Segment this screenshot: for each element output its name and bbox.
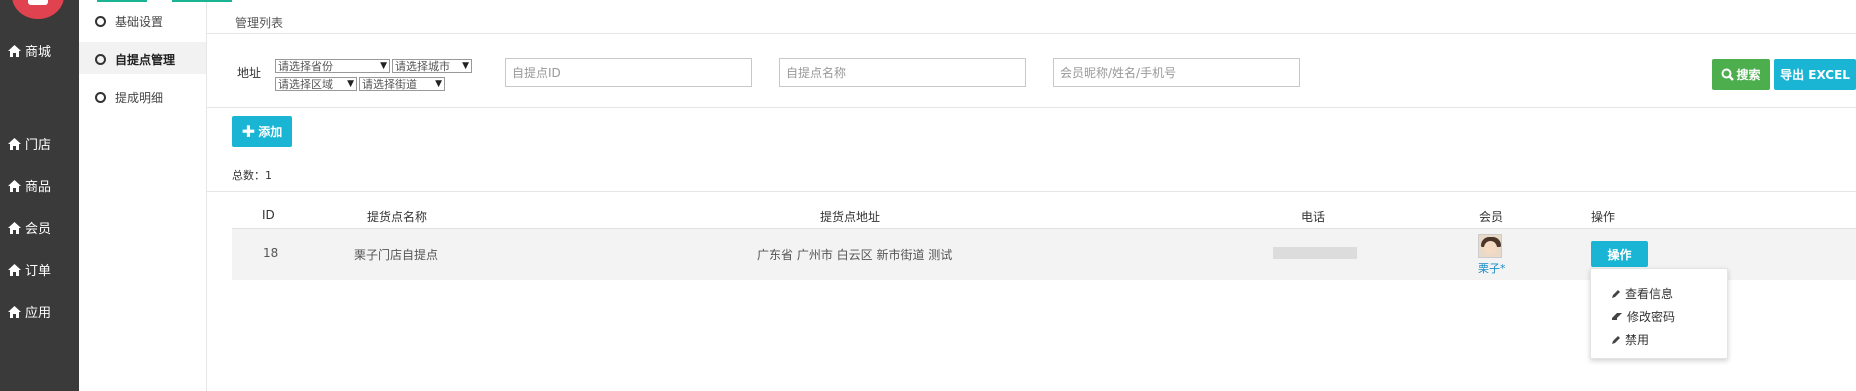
export-excel-button[interactable]: 导出 EXCEL [1774, 59, 1856, 90]
menu-item-label: 修改密码 [1627, 310, 1676, 324]
divider [207, 191, 1856, 192]
menu-item-view-info[interactable]: 查看信息 [1611, 285, 1673, 302]
city-select[interactable]: 请选择城市 ▼ [392, 59, 472, 73]
district-select[interactable]: 请选择区域 ▼ [275, 77, 357, 91]
nav-item-label: 会员 [25, 222, 52, 237]
caret-down-icon: ▼ [347, 79, 354, 89]
home-icon [8, 305, 21, 318]
district-select-value: 请选择区域 [278, 78, 333, 91]
row-address: 广东省 广州市 白云区 新市街道 测试 [757, 248, 953, 262]
pickup-name-input[interactable] [779, 58, 1026, 87]
caret-down-icon: ▼ [462, 61, 469, 71]
home-icon [8, 221, 21, 234]
page-title: 管理列表 [235, 16, 284, 30]
column-header-id: ID [262, 208, 275, 222]
menu-item-label: 禁用 [1625, 333, 1650, 347]
province-select[interactable]: 请选择省份 ▼ [275, 59, 390, 73]
nav-item-store[interactable]: 门店 [8, 134, 51, 153]
city-select-value: 请选择城市 [395, 60, 450, 73]
nav-item-app[interactable]: 应用 [8, 302, 51, 321]
sub-menu: 基础设置 自提点管理 提成明细 [79, 0, 207, 391]
nav-item-mall[interactable]: 商城 [8, 41, 51, 60]
member-search-input[interactable] [1053, 58, 1300, 87]
operation-dropdown-menu: 查看信息 修改密码 禁用 [1590, 268, 1728, 359]
search-button[interactable]: 搜索 [1712, 59, 1770, 90]
home-icon [8, 44, 21, 57]
row-id: 18 [263, 246, 279, 260]
total-count: 总数：1 [232, 167, 272, 183]
total-label: 总数： [232, 169, 265, 182]
pencil-icon [1612, 335, 1620, 344]
nav-item-label: 应用 [25, 306, 52, 321]
home-icon [8, 263, 21, 276]
tab-accent-line [172, 0, 232, 2]
circle-icon [95, 54, 106, 65]
search-button-label: 搜索 [1736, 68, 1761, 82]
pencil-icon [1612, 289, 1620, 298]
submenu-item-pickup-management[interactable]: 自提点管理 [95, 51, 175, 68]
divider [207, 107, 1856, 108]
nav-item-order[interactable]: 订单 [8, 260, 51, 279]
nav-item-member[interactable]: 会员 [8, 218, 51, 237]
avatar [1478, 234, 1502, 258]
submenu-item-label: 基础设置 [115, 15, 164, 29]
circle-icon [95, 92, 106, 103]
operation-button[interactable]: 操作 [1591, 241, 1648, 267]
total-value: 1 [265, 169, 272, 182]
app-logo [12, 0, 64, 19]
column-header-member: 会员 [1479, 210, 1504, 224]
add-button[interactable]: ✚ 添加 [232, 116, 292, 147]
submenu-item-label: 自提点管理 [115, 53, 176, 67]
row-member-name[interactable]: 栗子* [1478, 260, 1506, 276]
nav-item-label: 商城 [25, 45, 52, 60]
menu-item-change-password[interactable]: 修改密码 [1611, 308, 1675, 325]
main-sidebar: 商城 门店 商品 会员 订单 应用 [0, 0, 79, 391]
menu-item-disable[interactable]: 禁用 [1611, 331, 1649, 348]
submenu-item-commission-details[interactable]: 提成明细 [95, 89, 163, 106]
address-label: 地址 [237, 66, 262, 80]
pickup-id-input[interactable] [505, 58, 752, 87]
column-header-actions: 操作 [1591, 210, 1616, 224]
export-button-label: 导出 EXCEL [1780, 68, 1850, 82]
nav-item-label: 订单 [25, 264, 52, 279]
caret-down-icon: ▼ [380, 61, 387, 71]
row-phone-redacted [1273, 247, 1357, 259]
add-button-label: 添加 [258, 125, 283, 139]
column-header-name: 提货点名称 [367, 210, 428, 224]
eraser-icon [1612, 313, 1622, 320]
row-name: 栗子门店自提点 [354, 248, 439, 262]
province-select-value: 请选择省份 [278, 60, 333, 73]
submenu-item-basic-settings[interactable]: 基础设置 [95, 13, 163, 30]
main-content: 管理列表 地址 请选择省份 ▼ 请选择城市 ▼ 请选择区域 ▼ 请选择街道 ▼ 搜索 导… [172, 0, 1856, 391]
nav-item-goods[interactable]: 商品 [8, 176, 51, 195]
column-header-address: 提货点地址 [820, 210, 881, 224]
column-header-phone: 电话 [1301, 210, 1326, 224]
street-select[interactable]: 请选择街道 ▼ [359, 77, 445, 91]
submenu-accent-line [97, 0, 147, 2]
menu-item-label: 查看信息 [1625, 287, 1674, 301]
plus-icon: ✚ [241, 122, 256, 141]
nav-item-label: 商品 [25, 180, 52, 195]
operation-button-label: 操作 [1607, 247, 1632, 262]
home-icon [8, 137, 21, 150]
nav-item-label: 门店 [25, 138, 52, 153]
street-select-value: 请选择街道 [362, 78, 417, 91]
home-icon [8, 179, 21, 192]
caret-down-icon: ▼ [435, 79, 442, 89]
circle-icon [95, 16, 106, 27]
divider [207, 33, 1856, 34]
submenu-item-label: 提成明细 [115, 91, 164, 105]
search-icon [1721, 68, 1735, 81]
